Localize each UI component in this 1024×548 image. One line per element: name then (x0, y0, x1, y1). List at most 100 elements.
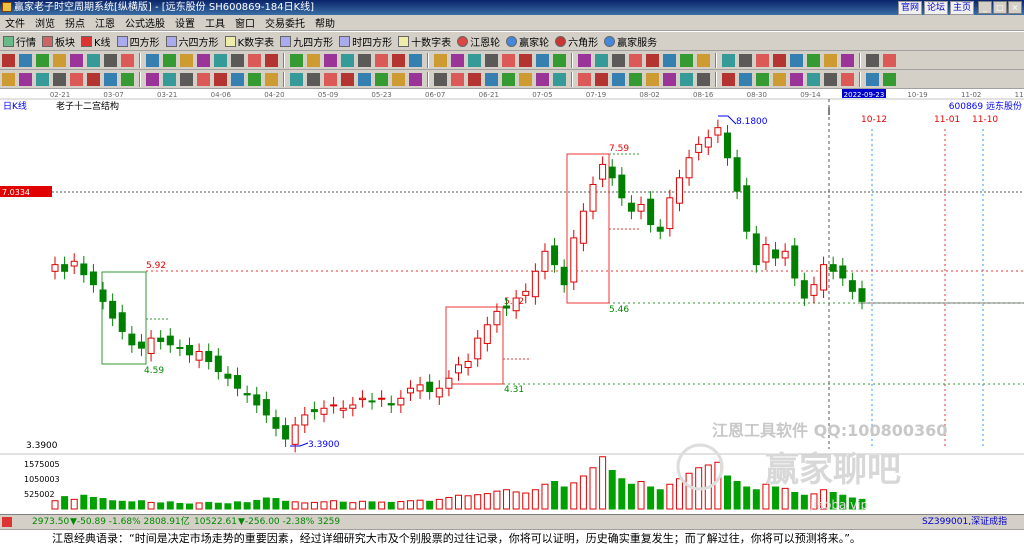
menu-trade[interactable]: 交易委托 (260, 15, 310, 30)
drawing-tool-icon[interactable] (180, 72, 193, 86)
drawing-tool-icon[interactable] (375, 53, 388, 67)
drawing-tool-icon[interactable] (612, 72, 625, 86)
drawing-tool-icon[interactable] (409, 72, 422, 86)
ten-number-table-button[interactable]: 十数字表 (395, 33, 454, 50)
drawing-tool-icon[interactable] (231, 72, 244, 86)
kline-chart[interactable]: 02-21 03-07 03-21 04-06 04-20 05-09 05-23 06-07… (0, 89, 1024, 514)
drawing-tool-icon[interactable] (307, 53, 320, 67)
menu-gann[interactable]: 江恩 (90, 15, 120, 30)
drawing-tool-icon[interactable] (375, 72, 388, 86)
drawing-tool-icon[interactable] (790, 72, 803, 86)
drawing-tool-icon[interactable] (197, 72, 210, 86)
close-button[interactable]: × (1008, 1, 1022, 14)
menu-turning-point[interactable]: 拐点 (60, 15, 90, 30)
sector-button[interactable]: 板块 (39, 33, 78, 50)
gann-wheel-button[interactable]: 江恩轮 (454, 33, 503, 50)
time-square-button[interactable]: 时四方形 (336, 33, 395, 50)
drawing-tool-icon[interactable] (536, 72, 549, 86)
drawing-tool-icon[interactable] (265, 53, 278, 67)
menu-formula[interactable]: 公式选股 (120, 15, 170, 30)
square-button[interactable]: 四方形 (114, 33, 163, 50)
drawing-tool-icon[interactable] (104, 53, 117, 67)
drawing-tool-icon[interactable] (392, 72, 405, 86)
drawing-tool-icon[interactable] (697, 72, 710, 86)
drawing-tool-icon[interactable] (866, 53, 879, 67)
drawing-tool-icon[interactable] (231, 53, 244, 67)
menu-tools[interactable]: 工具 (200, 15, 230, 30)
drawing-tool-icon[interactable] (680, 72, 693, 86)
menu-settings[interactable]: 设置 (170, 15, 200, 30)
drawing-tool-icon[interactable] (53, 72, 66, 86)
drawing-tool-icon[interactable] (578, 53, 591, 67)
drawing-tool-icon[interactable] (841, 53, 854, 67)
drawing-tool-icon[interactable] (663, 53, 676, 67)
maximize-button[interactable]: □ (993, 1, 1007, 14)
drawing-tool-icon[interactable] (87, 72, 100, 86)
drawing-tool-icon[interactable] (485, 72, 498, 86)
drawing-tool-icon[interactable] (468, 72, 481, 86)
drawing-tool-icon[interactable] (358, 53, 371, 67)
drawing-tool-icon[interactable] (434, 72, 447, 86)
drawing-tool-icon[interactable] (680, 53, 693, 67)
drawing-tool-icon[interactable] (180, 53, 193, 67)
drawing-tool-icon[interactable] (790, 53, 803, 67)
forum-link[interactable]: 论坛 (923, 1, 948, 15)
drawing-tool-icon[interactable] (392, 53, 405, 67)
drawing-tool-icon[interactable] (163, 53, 176, 67)
drawing-tool-icon[interactable] (214, 72, 227, 86)
drawing-tool-icon[interactable] (553, 53, 566, 67)
drawing-tool-icon[interactable] (36, 72, 49, 86)
drawing-tool-icon[interactable] (146, 72, 159, 86)
drawing-tool-icon[interactable] (70, 72, 83, 86)
drawing-tool-icon[interactable] (739, 53, 752, 67)
menu-window[interactable]: 窗口 (230, 15, 260, 30)
drawing-tool-icon[interactable] (646, 53, 659, 67)
drawing-tool-icon[interactable] (519, 53, 532, 67)
drawing-tool-icon[interactable] (697, 53, 710, 67)
drawing-tool-icon[interactable] (409, 53, 422, 67)
drawing-tool-icon[interactable] (146, 53, 159, 67)
drawing-tool-icon[interactable] (773, 72, 786, 86)
drawing-tool-icon[interactable] (807, 72, 820, 86)
drawing-tool-icon[interactable] (163, 72, 176, 86)
minimize-button[interactable]: _ (978, 1, 992, 14)
drawing-tool-icon[interactable] (595, 72, 608, 86)
drawing-tool-icon[interactable] (121, 72, 134, 86)
k-number-table-button[interactable]: K数字表 (222, 33, 278, 50)
drawing-tool-icon[interactable] (451, 53, 464, 67)
drawing-tool-icon[interactable] (739, 72, 752, 86)
quote-button[interactable]: 行情 (0, 33, 39, 50)
menu-file[interactable]: 文件 (0, 15, 30, 30)
drawing-tool-icon[interactable] (722, 53, 735, 67)
drawing-tool-icon[interactable] (214, 53, 227, 67)
six-four-square-button[interactable]: 六四方形 (163, 33, 222, 50)
drawing-tool-icon[interactable] (866, 72, 879, 86)
drawing-tool-icon[interactable] (197, 53, 210, 67)
drawing-tool-icon[interactable] (87, 53, 100, 67)
sh-index[interactable]: 2973.50 (32, 515, 69, 529)
drawing-tool-icon[interactable] (824, 72, 837, 86)
drawing-tool-icon[interactable] (519, 72, 532, 86)
drawing-tool-icon[interactable] (841, 72, 854, 86)
winner-wheel-button[interactable]: 赢家轮 (503, 33, 552, 50)
drawing-tool-icon[interactable] (722, 72, 735, 86)
drawing-tool-icon[interactable] (553, 72, 566, 86)
drawing-tool-icon[interactable] (468, 53, 481, 67)
drawing-tool-icon[interactable] (612, 53, 625, 67)
drawing-tool-icon[interactable] (290, 72, 303, 86)
drawing-tool-icon[interactable] (629, 53, 642, 67)
official-site-link[interactable]: 官网 (897, 1, 922, 15)
drawing-tool-icon[interactable] (485, 53, 498, 67)
drawing-tool-icon[interactable] (2, 53, 15, 67)
drawing-tool-icon[interactable] (307, 72, 320, 86)
drawing-tool-icon[interactable] (646, 72, 659, 86)
drawing-tool-icon[interactable] (629, 72, 642, 86)
drawing-tool-icon[interactable] (807, 53, 820, 67)
kline-button[interactable]: K线 (78, 33, 114, 50)
drawing-tool-icon[interactable] (883, 72, 896, 86)
drawing-tool-icon[interactable] (358, 72, 371, 86)
drawing-tool-icon[interactable] (434, 53, 447, 67)
sz-index[interactable]: 10522.61 (194, 515, 237, 529)
drawing-tool-icon[interactable] (19, 53, 32, 67)
drawing-tool-icon[interactable] (36, 53, 49, 67)
